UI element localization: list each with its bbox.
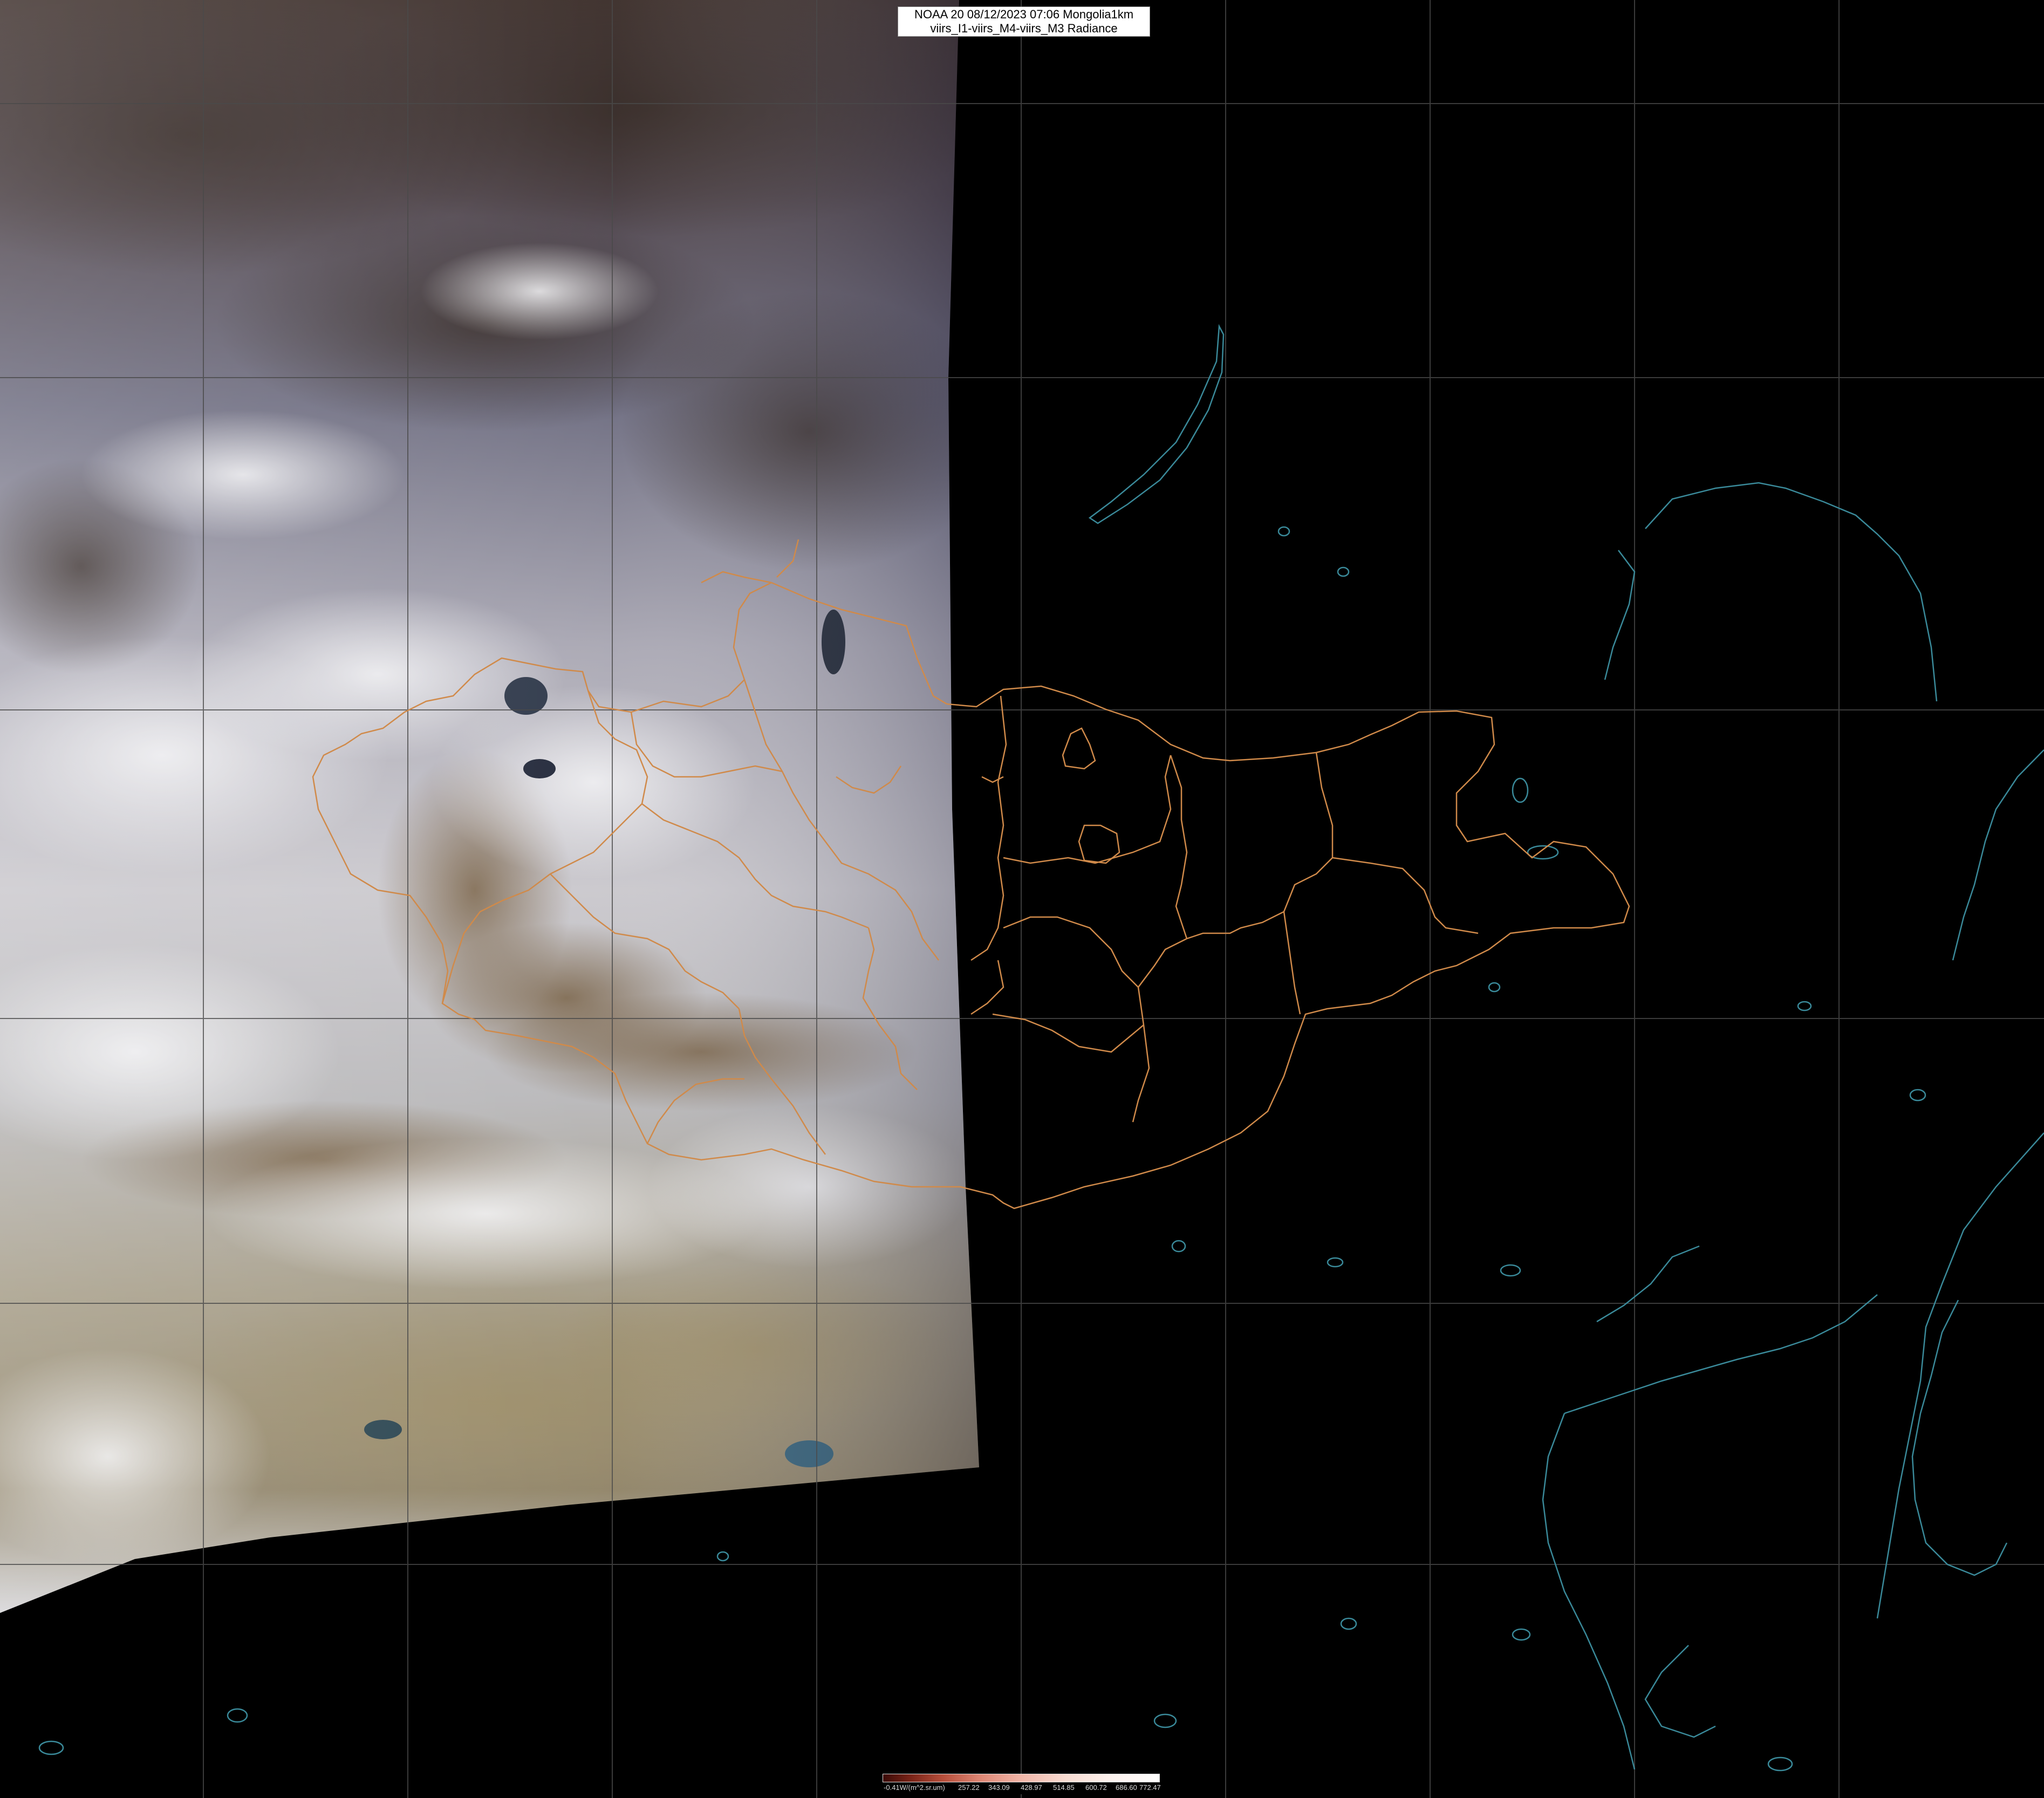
- colorbar-tick: 514.85: [1053, 1783, 1075, 1792]
- colorbar-tick: 686.60: [1116, 1783, 1137, 1792]
- satellite-map: [0, 0, 2044, 1798]
- title-line-1: NOAA 20 08/12/2023 07:06 Mongolia1km: [914, 8, 1134, 21]
- colorbar-tick: 428.97: [1021, 1783, 1042, 1792]
- title-line-2: viirs_I1-viirs_M4-viirs_M3 Radiance: [930, 22, 1118, 35]
- colorbar-ticks: -0.41W/(m^2.sr.um) 257.22 343.09 428.97 …: [883, 1783, 1161, 1792]
- colorbar-tick: 343.09: [988, 1783, 1010, 1792]
- colorbar-tick: 257.22: [958, 1783, 980, 1792]
- colorbar-tick: 772.47: [1139, 1783, 1161, 1792]
- map-title-box: NOAA 20 08/12/2023 07:06 Mongolia1km vii…: [898, 6, 1150, 37]
- satellite-swath: [0, 0, 979, 1613]
- colorbar-unit-label: -0.41W/(m^2.sr.um): [884, 1783, 945, 1792]
- colorbar-legend: -0.41W/(m^2.sr.um) 257.22 343.09 428.97 …: [883, 1774, 1161, 1794]
- colorbar-tick: 600.72: [1085, 1783, 1107, 1792]
- colorbar-ramp: [883, 1774, 1160, 1782]
